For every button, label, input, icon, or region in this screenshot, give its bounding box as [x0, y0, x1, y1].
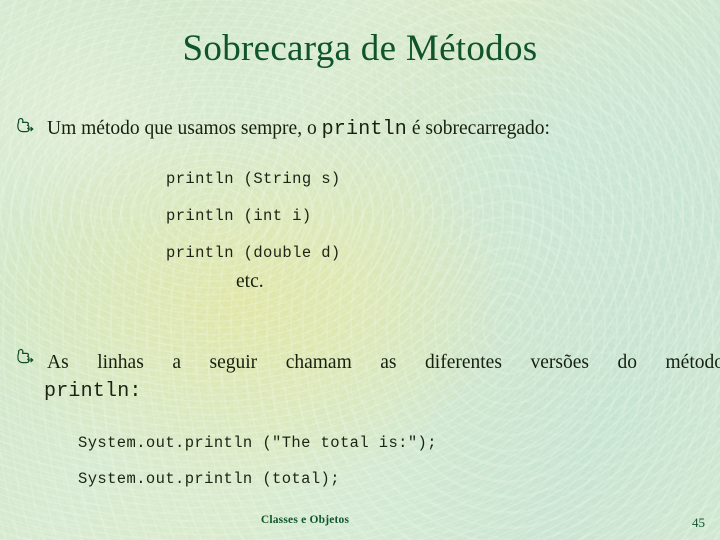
method-signature-line: println (double d) — [166, 244, 341, 262]
pointing-hand-bullet-icon — [16, 116, 35, 142]
footer-section-label: Classes e Objetos — [260, 514, 350, 526]
bullet-1-text: Um método que usamos sempre, o println é… — [47, 116, 702, 143]
slide-canvas: Sobrecarga de Métodos Um método que usam… — [0, 0, 720, 540]
bullet-1-lead: Um método que usamos sempre, o — [47, 118, 322, 139]
slide-title: Sobrecarga de Métodos — [182, 28, 538, 69]
code-line: System.out.println ("The total is:"); — [78, 434, 437, 452]
method-signature-line: println (int i) — [166, 207, 312, 225]
pointing-hand-bullet-icon — [16, 347, 35, 373]
bullet-2-mono-keyword: println: — [44, 380, 142, 403]
code-example-block: System.out.println ("The total is:"); Sy… — [78, 425, 437, 497]
slide-content: Sobrecarga de Métodos Um método que usam… — [0, 0, 720, 540]
method-signature-line: println (String s) — [166, 170, 341, 188]
code-line: System.out.println (total); — [78, 470, 340, 488]
bullet-2-text-line-1: As linhas a seguir chamam as diferentes … — [47, 352, 720, 373]
slide-page-number: 45 — [692, 515, 705, 530]
etc-label: etc. — [236, 271, 264, 292]
bullet-1-mono-keyword: println — [321, 118, 408, 141]
bullet-1-tail: é sobrecarregado: — [407, 118, 550, 139]
method-signature-list: println (String s) println (int i) print… — [166, 161, 341, 272]
